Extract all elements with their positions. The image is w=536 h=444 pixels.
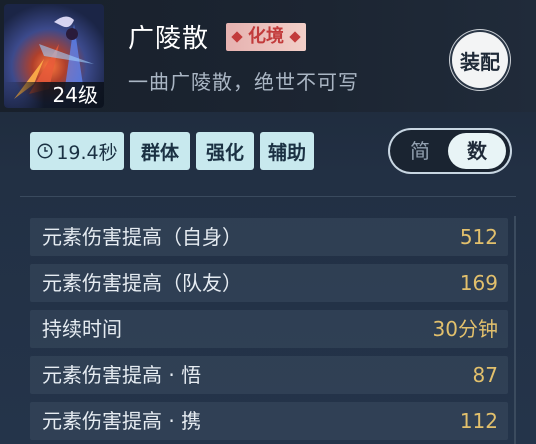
stat-label: 元素伤害提高 · 悟 xyxy=(42,363,202,387)
stat-row: 元素伤害提高 · 悟 87 xyxy=(30,356,508,394)
stat-row: 元素伤害提高 · 携 112 xyxy=(30,402,508,440)
stat-row: 元素伤害提高（队友） 169 xyxy=(30,264,508,302)
grade-label: 化境 xyxy=(248,26,284,47)
diamond-right-icon xyxy=(289,31,301,43)
divider xyxy=(20,196,516,197)
skill-header: 24级 广陵散 化境 一曲广陵散，绝世不可写 装配 xyxy=(0,0,536,112)
equip-button-label: 装配 xyxy=(460,49,500,74)
stat-label: 元素伤害提高（自身） xyxy=(42,225,242,249)
stat-value: 30分钟 xyxy=(432,317,498,341)
stat-label: 持续时间 xyxy=(42,317,122,341)
tag-support: 辅助 xyxy=(260,132,314,170)
stat-value: 169 xyxy=(459,271,498,295)
equip-button[interactable]: 装配 xyxy=(450,30,510,90)
clock-icon xyxy=(37,143,53,159)
stat-value: 512 xyxy=(459,225,498,249)
display-mode-toggle[interactable]: 简 数 xyxy=(390,130,510,172)
level-badge: 24级 xyxy=(4,82,104,108)
scrollbar[interactable] xyxy=(514,216,516,444)
toggle-numeric-option[interactable]: 数 xyxy=(448,133,506,169)
cooldown-value: 19.4秒 xyxy=(56,141,118,164)
skill-detail-panel: 24级 广陵散 化境 一曲广陵散，绝世不可写 装配 19.4秒 群体 强化 辅助… xyxy=(0,0,536,444)
skill-icon: 24级 xyxy=(4,4,104,108)
stat-label: 元素伤害提高（队友） xyxy=(42,271,242,295)
skill-description: 一曲广陵散，绝世不可写 xyxy=(128,70,359,94)
stat-value: 87 xyxy=(472,363,498,387)
diamond-left-icon xyxy=(231,31,243,43)
toggle-simple-option[interactable]: 简 xyxy=(394,133,446,169)
cooldown-tag: 19.4秒 xyxy=(30,132,124,170)
skill-name: 广陵散 xyxy=(128,24,210,54)
stat-label: 元素伤害提高 · 携 xyxy=(42,409,202,433)
stat-value: 112 xyxy=(459,409,498,433)
tag-buff: 强化 xyxy=(196,132,254,170)
stat-row: 元素伤害提高（自身） 512 xyxy=(30,218,508,256)
grade-tag: 化境 xyxy=(226,23,306,51)
stat-row: 持续时间 30分钟 xyxy=(30,310,508,348)
tag-group: 群体 xyxy=(130,132,190,170)
